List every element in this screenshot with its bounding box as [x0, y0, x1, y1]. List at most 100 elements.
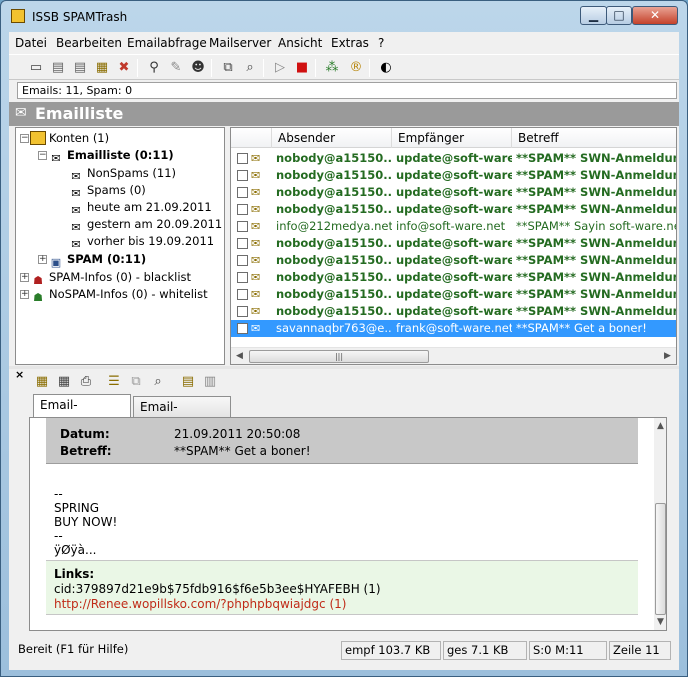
row-checkbox[interactable] [237, 170, 248, 181]
envelope-icon: ✉ [251, 169, 261, 182]
row-checkbox[interactable] [237, 187, 248, 198]
forward-icon[interactable]: ▦ [55, 373, 73, 391]
save-all-icon[interactable]: ▤ [71, 59, 89, 77]
title-bar[interactable]: ISSB SPAMTrash ▁ □ ✕ [1, 1, 687, 31]
date-label: Datum: [60, 427, 110, 441]
copy-icon[interactable]: ⧉ [219, 59, 237, 77]
tree-expand-nospam-infos[interactable]: + [20, 290, 29, 299]
row-checkbox[interactable] [237, 323, 248, 334]
links-box: Links: cid:379897d21e9b$75fdb916$f6e5b3e… [46, 560, 638, 615]
menu-bearbeiten[interactable]: Bearbeiten [56, 36, 122, 50]
tree-item-konten[interactable]: Konten (1) [30, 130, 109, 147]
maximize-button[interactable]: □ [606, 6, 632, 25]
account-icon[interactable]: ▭ [27, 59, 45, 77]
scroll-down-icon[interactable]: ▼ [657, 617, 664, 627]
copy-preview-icon[interactable]: ⧉ [127, 373, 145, 391]
tree-collapse-konten[interactable]: − [20, 134, 29, 143]
close-button[interactable]: ✕ [632, 6, 678, 25]
link-cid[interactable]: cid:379897d21e9b$75fdb916$f6e5b3ee$HYAFE… [54, 582, 381, 596]
cell-sender: nobody@a15150... [276, 304, 392, 318]
find-icon[interactable]: ⌕ [241, 59, 259, 77]
print-icon[interactable]: ⎙ [77, 373, 95, 391]
tree-item-spam-infos[interactable]: ☗ SPAM-Infos (0) - blacklist [30, 269, 191, 287]
menu-emailabfrage[interactable]: Emailabfrage [127, 36, 207, 50]
source-icon[interactable]: ▥ [201, 373, 219, 391]
tab-email-kopfdaten[interactable]: Email-Kopfdaten [133, 396, 231, 434]
tree-expand-spam-infos[interactable]: + [20, 273, 29, 282]
menu-extras[interactable]: Extras [331, 36, 369, 50]
menu-mailserver[interactable]: Mailserver [209, 36, 271, 50]
scroll-thumb[interactable]: ||| [249, 350, 429, 363]
table-row[interactable]: ✉ nobody@a15150... update@soft-ware... **SP… [231, 252, 676, 269]
scroll-left-icon[interactable]: ◀ [236, 351, 243, 361]
table-row[interactable]: ✉ nobody@a15150... update@soft-ware... **SP… [231, 201, 676, 218]
menu-ansicht[interactable]: Ansicht [278, 36, 322, 50]
minimize-button[interactable]: ▁ [580, 6, 607, 25]
row-checkbox[interactable] [237, 221, 248, 232]
tree-item-nonspams[interactable]: ✉ NonSpams (11) [68, 165, 176, 183]
link-url[interactable]: http://Renee.wopillsko.com/?phphpbqwiajd… [54, 597, 346, 611]
email-list-icon: ✉ [15, 105, 27, 121]
cell-recipient: update@soft-ware... [396, 185, 512, 199]
play-icon[interactable]: ▷ [271, 59, 289, 77]
contrast-icon[interactable]: ◐ [377, 59, 395, 77]
row-checkbox[interactable] [237, 306, 248, 317]
tree-item-spams[interactable]: ✉ Spams (0) [68, 182, 145, 200]
horizontal-scrollbar[interactable]: ◀ ||| ▶ [231, 347, 676, 364]
body-line: SPRING [54, 501, 100, 515]
tree-expand-spam[interactable]: + [38, 255, 47, 264]
table-row[interactable]: ✉ nobody@a15150... update@soft-ware... **SP… [231, 235, 676, 252]
table-row[interactable]: ✉ nobody@a15150... update@soft-ware... **SP… [231, 269, 676, 286]
find-preview-icon[interactable]: ⌕ [149, 373, 167, 391]
col-recipient[interactable]: Empfänger [391, 128, 511, 148]
table-row[interactable]: ✉ nobody@a15150... update@soft-ware... **SP… [231, 150, 676, 167]
scroll-right-icon[interactable]: ▶ [664, 351, 671, 361]
delete-icon[interactable]: ✖ [115, 59, 133, 77]
vertical-scrollbar[interactable]: ▲ ▼ [654, 418, 666, 630]
search-icon[interactable]: ⚲ [145, 59, 163, 77]
tree-item-gestern[interactable]: ✉ gestern am 20.09.2011 [68, 216, 222, 234]
table-row[interactable]: ✉ nobody@a15150... update@soft-ware... **SP… [231, 184, 676, 201]
row-checkbox[interactable] [237, 238, 248, 249]
row-checkbox[interactable] [237, 153, 248, 164]
row-checkbox[interactable] [237, 204, 248, 215]
col-sender[interactable]: Absender [271, 128, 391, 148]
tree-item-spam[interactable]: ▣ SPAM (0:11) [48, 251, 146, 269]
save-icon[interactable]: ▤ [49, 59, 67, 77]
status-line: Zeile 11 [609, 641, 671, 660]
table-row[interactable]: ✉ info@212medya.net info@soft-ware.net **SP… [231, 218, 676, 235]
tree-item-heute[interactable]: ✉ heute am 21.09.2011 [68, 199, 211, 217]
close-preview-icon[interactable]: × [15, 368, 24, 381]
tree-item-vorher[interactable]: ✉ vorher bis 19.09.2011 [68, 233, 214, 251]
traffic-light-icon[interactable]: ⁂ [323, 59, 341, 77]
col-select[interactable] [231, 128, 271, 148]
header-icon[interactable]: ▤ [179, 373, 197, 391]
envelope-icon: ✉ [251, 288, 261, 301]
row-checkbox[interactable] [237, 255, 248, 266]
stop-icon[interactable]: ■ [293, 59, 311, 77]
menu-help[interactable]: ? [378, 36, 384, 50]
row-checkbox[interactable] [237, 289, 248, 300]
scroll-thumb[interactable] [655, 503, 666, 615]
splitter[interactable] [9, 366, 679, 369]
tree-collapse-emailliste[interactable]: − [38, 151, 47, 160]
tab-email-vorschau[interactable]: Email-Vorschau [33, 394, 131, 432]
menu-datei[interactable]: Datei [15, 36, 47, 50]
registered-icon[interactable]: ® [347, 59, 365, 77]
row-checkbox[interactable] [237, 272, 248, 283]
table-row[interactable]: ✉ nobody@a15150... update@soft-ware... **SP… [231, 303, 676, 320]
notes-icon[interactable]: ☰ [105, 373, 123, 391]
user-icon[interactable]: ☻ [189, 59, 207, 77]
col-subject[interactable]: Betreff [511, 128, 676, 148]
tree-item-emailliste[interactable]: ✉ Emailliste (0:11) [48, 147, 173, 165]
edit-icon[interactable]: ▦ [93, 59, 111, 77]
email-preview: Datum: 21.09.2011 20:50:08 Betreff: **SP… [29, 417, 667, 631]
table-row[interactable]: ✉ nobody@a15150... update@soft-ware... **SP… [231, 167, 676, 184]
table-row[interactable]: ✉ savannaqbr763@e... frank@soft-ware.net **… [231, 320, 676, 337]
scroll-up-icon[interactable]: ▲ [657, 421, 664, 431]
filter-icon[interactable]: ✎ [167, 59, 185, 77]
tree-item-nospam-infos[interactable]: ☗ NoSPAM-Infos (0) - whitelist [30, 286, 208, 304]
table-row[interactable]: ✉ nobody@a15150... update@soft-ware... **SP… [231, 286, 676, 303]
cell-recipient: update@soft-ware... [396, 151, 512, 165]
reply-icon[interactable]: ▦ [33, 373, 51, 391]
